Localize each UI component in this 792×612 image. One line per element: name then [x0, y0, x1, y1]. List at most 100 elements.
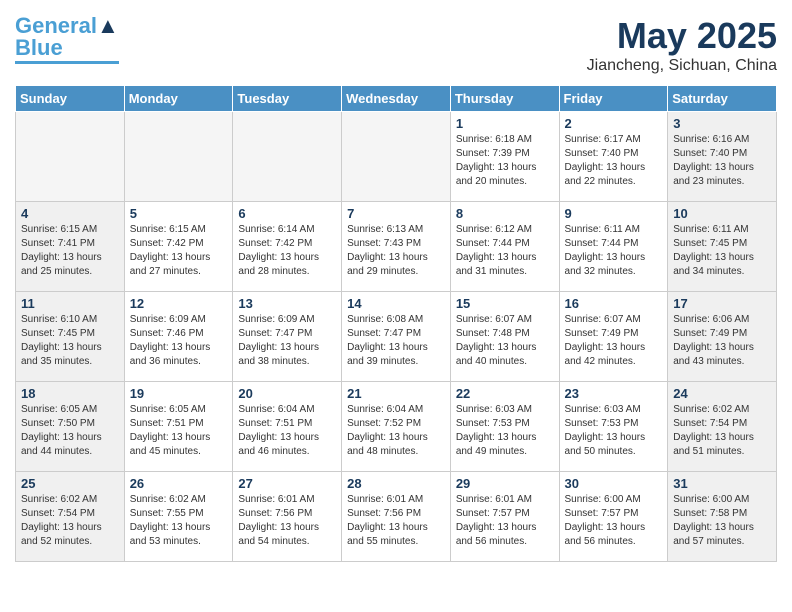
calendar-weekday-header: Saturday	[668, 86, 777, 112]
calendar-day-cell: 29 Sunrise: 6:01 AM Sunset: 7:57 PM Dayli…	[450, 472, 559, 562]
day-number: 23	[565, 386, 663, 401]
calendar-day-cell: 30Sunrise: 6:00 AM Sunset: 7:57 PM Dayli…	[559, 472, 668, 562]
calendar-day-cell: 4 Sunrise: 6:15 AM Sunset: 7:41 PM Daylig…	[16, 202, 125, 292]
day-info: Sunrise: 6:08 AM Sunset: 7:47 PM Dayligh…	[347, 313, 445, 369]
calendar-day-cell	[233, 112, 342, 202]
day-number: 28	[347, 476, 445, 491]
logo-blue: Blue	[15, 35, 63, 60]
day-number: 2	[565, 116, 663, 131]
logo-underline	[15, 61, 119, 64]
day-info: Sunrise: 6:17 AM Sunset: 7:40 PM Dayligh…	[565, 133, 663, 189]
calendar-day-cell	[342, 112, 451, 202]
day-number: 31	[673, 476, 771, 491]
day-number: 1	[456, 116, 554, 131]
day-info: Sunrise: 6:06 AM Sunset: 7:49 PM Dayligh…	[673, 313, 771, 369]
day-number: 6	[238, 206, 336, 221]
day-info: Sunrise: 6:01 AM Sunset: 7:56 PM Dayligh…	[238, 493, 336, 549]
calendar-day-cell: 5 Sunrise: 6:15 AM Sunset: 7:42 PM Daylig…	[124, 202, 233, 292]
day-number: 13	[238, 296, 336, 311]
day-info: Sunrise: 6:01 AM Sunset: 7:57 PM Dayligh…	[456, 493, 554, 549]
calendar-day-cell: 2 Sunrise: 6:17 AM Sunset: 7:40 PM Daylig…	[559, 112, 668, 202]
day-info: Sunrise: 6:07 AM Sunset: 7:49 PM Dayligh…	[565, 313, 663, 369]
calendar-day-cell: 24 Sunrise: 6:02 AM Sunset: 7:54 PM Dayli…	[668, 382, 777, 472]
page-header: General▲ Blue May 2025 Jiancheng, Sichua…	[15, 15, 777, 75]
day-number: 26	[130, 476, 228, 491]
calendar-day-cell: 27 Sunrise: 6:01 AM Sunset: 7:56 PM Dayli…	[233, 472, 342, 562]
calendar-header-row: SundayMondayTuesdayWednesdayThursdayFrid…	[16, 86, 777, 112]
calendar-day-cell: 1Sunrise: 6:18 AM Sunset: 7:39 PM Daylig…	[450, 112, 559, 202]
title-block: May 2025 Jiancheng, Sichuan, China	[587, 15, 777, 75]
calendar-day-cell: 11 Sunrise: 6:10 AM Sunset: 7:45 PM Dayli…	[16, 292, 125, 382]
day-info: Sunrise: 6:16 AM Sunset: 7:40 PM Dayligh…	[673, 133, 771, 189]
day-info: Sunrise: 6:02 AM Sunset: 7:55 PM Dayligh…	[130, 493, 228, 549]
month-title: May 2025	[587, 15, 777, 57]
day-number: 20	[238, 386, 336, 401]
calendar-day-cell: 10 Sunrise: 6:11 AM Sunset: 7:45 PM Dayli…	[668, 202, 777, 292]
day-info: Sunrise: 6:09 AM Sunset: 7:47 PM Dayligh…	[238, 313, 336, 369]
calendar-day-cell: 19 Sunrise: 6:05 AM Sunset: 7:51 PM Dayli…	[124, 382, 233, 472]
day-number: 25	[21, 476, 119, 491]
calendar-weekday-header: Monday	[124, 86, 233, 112]
calendar-weekday-header: Friday	[559, 86, 668, 112]
day-info: Sunrise: 6:02 AM Sunset: 7:54 PM Dayligh…	[673, 403, 771, 459]
day-info: Sunrise: 6:14 AM Sunset: 7:42 PM Dayligh…	[238, 223, 336, 279]
day-info: Sunrise: 6:05 AM Sunset: 7:51 PM Dayligh…	[130, 403, 228, 459]
calendar-day-cell: 12 Sunrise: 6:09 AM Sunset: 7:46 PM Dayli…	[124, 292, 233, 382]
calendar-day-cell: 14 Sunrise: 6:08 AM Sunset: 7:47 PM Dayli…	[342, 292, 451, 382]
calendar-weekday-header: Tuesday	[233, 86, 342, 112]
calendar-day-cell: 13 Sunrise: 6:09 AM Sunset: 7:47 PM Dayli…	[233, 292, 342, 382]
day-number: 27	[238, 476, 336, 491]
day-number: 22	[456, 386, 554, 401]
calendar-week-row: 1Sunrise: 6:18 AM Sunset: 7:39 PM Daylig…	[16, 112, 777, 202]
day-info: Sunrise: 6:09 AM Sunset: 7:46 PM Dayligh…	[130, 313, 228, 369]
day-info: Sunrise: 6:10 AM Sunset: 7:45 PM Dayligh…	[21, 313, 119, 369]
calendar-day-cell: 15 Sunrise: 6:07 AM Sunset: 7:48 PM Dayli…	[450, 292, 559, 382]
calendar-weekday-header: Sunday	[16, 86, 125, 112]
calendar-day-cell: 18Sunrise: 6:05 AM Sunset: 7:50 PM Dayli…	[16, 382, 125, 472]
calendar-day-cell	[16, 112, 125, 202]
location: Jiancheng, Sichuan, China	[587, 57, 777, 75]
day-info: Sunrise: 6:12 AM Sunset: 7:44 PM Dayligh…	[456, 223, 554, 279]
day-number: 19	[130, 386, 228, 401]
calendar-day-cell: 20 Sunrise: 6:04 AM Sunset: 7:51 PM Dayli…	[233, 382, 342, 472]
day-number: 9	[565, 206, 663, 221]
day-info: Sunrise: 6:15 AM Sunset: 7:41 PM Dayligh…	[21, 223, 119, 279]
day-info: Sunrise: 6:04 AM Sunset: 7:52 PM Dayligh…	[347, 403, 445, 459]
calendar-day-cell: 7Sunrise: 6:13 AM Sunset: 7:43 PM Daylig…	[342, 202, 451, 292]
calendar-body: 1Sunrise: 6:18 AM Sunset: 7:39 PM Daylig…	[16, 112, 777, 562]
day-number: 17	[673, 296, 771, 311]
day-info: Sunrise: 6:11 AM Sunset: 7:45 PM Dayligh…	[673, 223, 771, 279]
day-number: 14	[347, 296, 445, 311]
day-number: 11	[21, 296, 119, 311]
day-info: Sunrise: 6:13 AM Sunset: 7:43 PM Dayligh…	[347, 223, 445, 279]
day-info: Sunrise: 6:15 AM Sunset: 7:42 PM Dayligh…	[130, 223, 228, 279]
calendar-week-row: 4 Sunrise: 6:15 AM Sunset: 7:41 PM Daylig…	[16, 202, 777, 292]
calendar-week-row: 18Sunrise: 6:05 AM Sunset: 7:50 PM Dayli…	[16, 382, 777, 472]
day-number: 4	[21, 206, 119, 221]
calendar-weekday-header: Wednesday	[342, 86, 451, 112]
day-info: Sunrise: 6:01 AM Sunset: 7:56 PM Dayligh…	[347, 493, 445, 549]
calendar-day-cell: 28 Sunrise: 6:01 AM Sunset: 7:56 PM Dayli…	[342, 472, 451, 562]
calendar-day-cell: 21Sunrise: 6:04 AM Sunset: 7:52 PM Dayli…	[342, 382, 451, 472]
calendar-day-cell: 3Sunrise: 6:16 AM Sunset: 7:40 PM Daylig…	[668, 112, 777, 202]
day-info: Sunrise: 6:04 AM Sunset: 7:51 PM Dayligh…	[238, 403, 336, 459]
calendar-day-cell: 31Sunrise: 6:00 AM Sunset: 7:58 PM Dayli…	[668, 472, 777, 562]
calendar-week-row: 25Sunrise: 6:02 AM Sunset: 7:54 PM Dayli…	[16, 472, 777, 562]
calendar-day-cell: 26 Sunrise: 6:02 AM Sunset: 7:55 PM Dayli…	[124, 472, 233, 562]
day-number: 8	[456, 206, 554, 221]
day-number: 24	[673, 386, 771, 401]
day-info: Sunrise: 6:11 AM Sunset: 7:44 PM Dayligh…	[565, 223, 663, 279]
day-number: 15	[456, 296, 554, 311]
calendar-table: SundayMondayTuesdayWednesdayThursdayFrid…	[15, 85, 777, 562]
day-info: Sunrise: 6:05 AM Sunset: 7:50 PM Dayligh…	[21, 403, 119, 459]
calendar-day-cell: 8 Sunrise: 6:12 AM Sunset: 7:44 PM Daylig…	[450, 202, 559, 292]
day-info: Sunrise: 6:03 AM Sunset: 7:53 PM Dayligh…	[456, 403, 554, 459]
calendar-day-cell: 9 Sunrise: 6:11 AM Sunset: 7:44 PM Daylig…	[559, 202, 668, 292]
day-number: 12	[130, 296, 228, 311]
day-number: 10	[673, 206, 771, 221]
day-info: Sunrise: 6:07 AM Sunset: 7:48 PM Dayligh…	[456, 313, 554, 369]
day-number: 29	[456, 476, 554, 491]
logo: General▲ Blue	[15, 15, 119, 64]
calendar-weekday-header: Thursday	[450, 86, 559, 112]
day-number: 5	[130, 206, 228, 221]
